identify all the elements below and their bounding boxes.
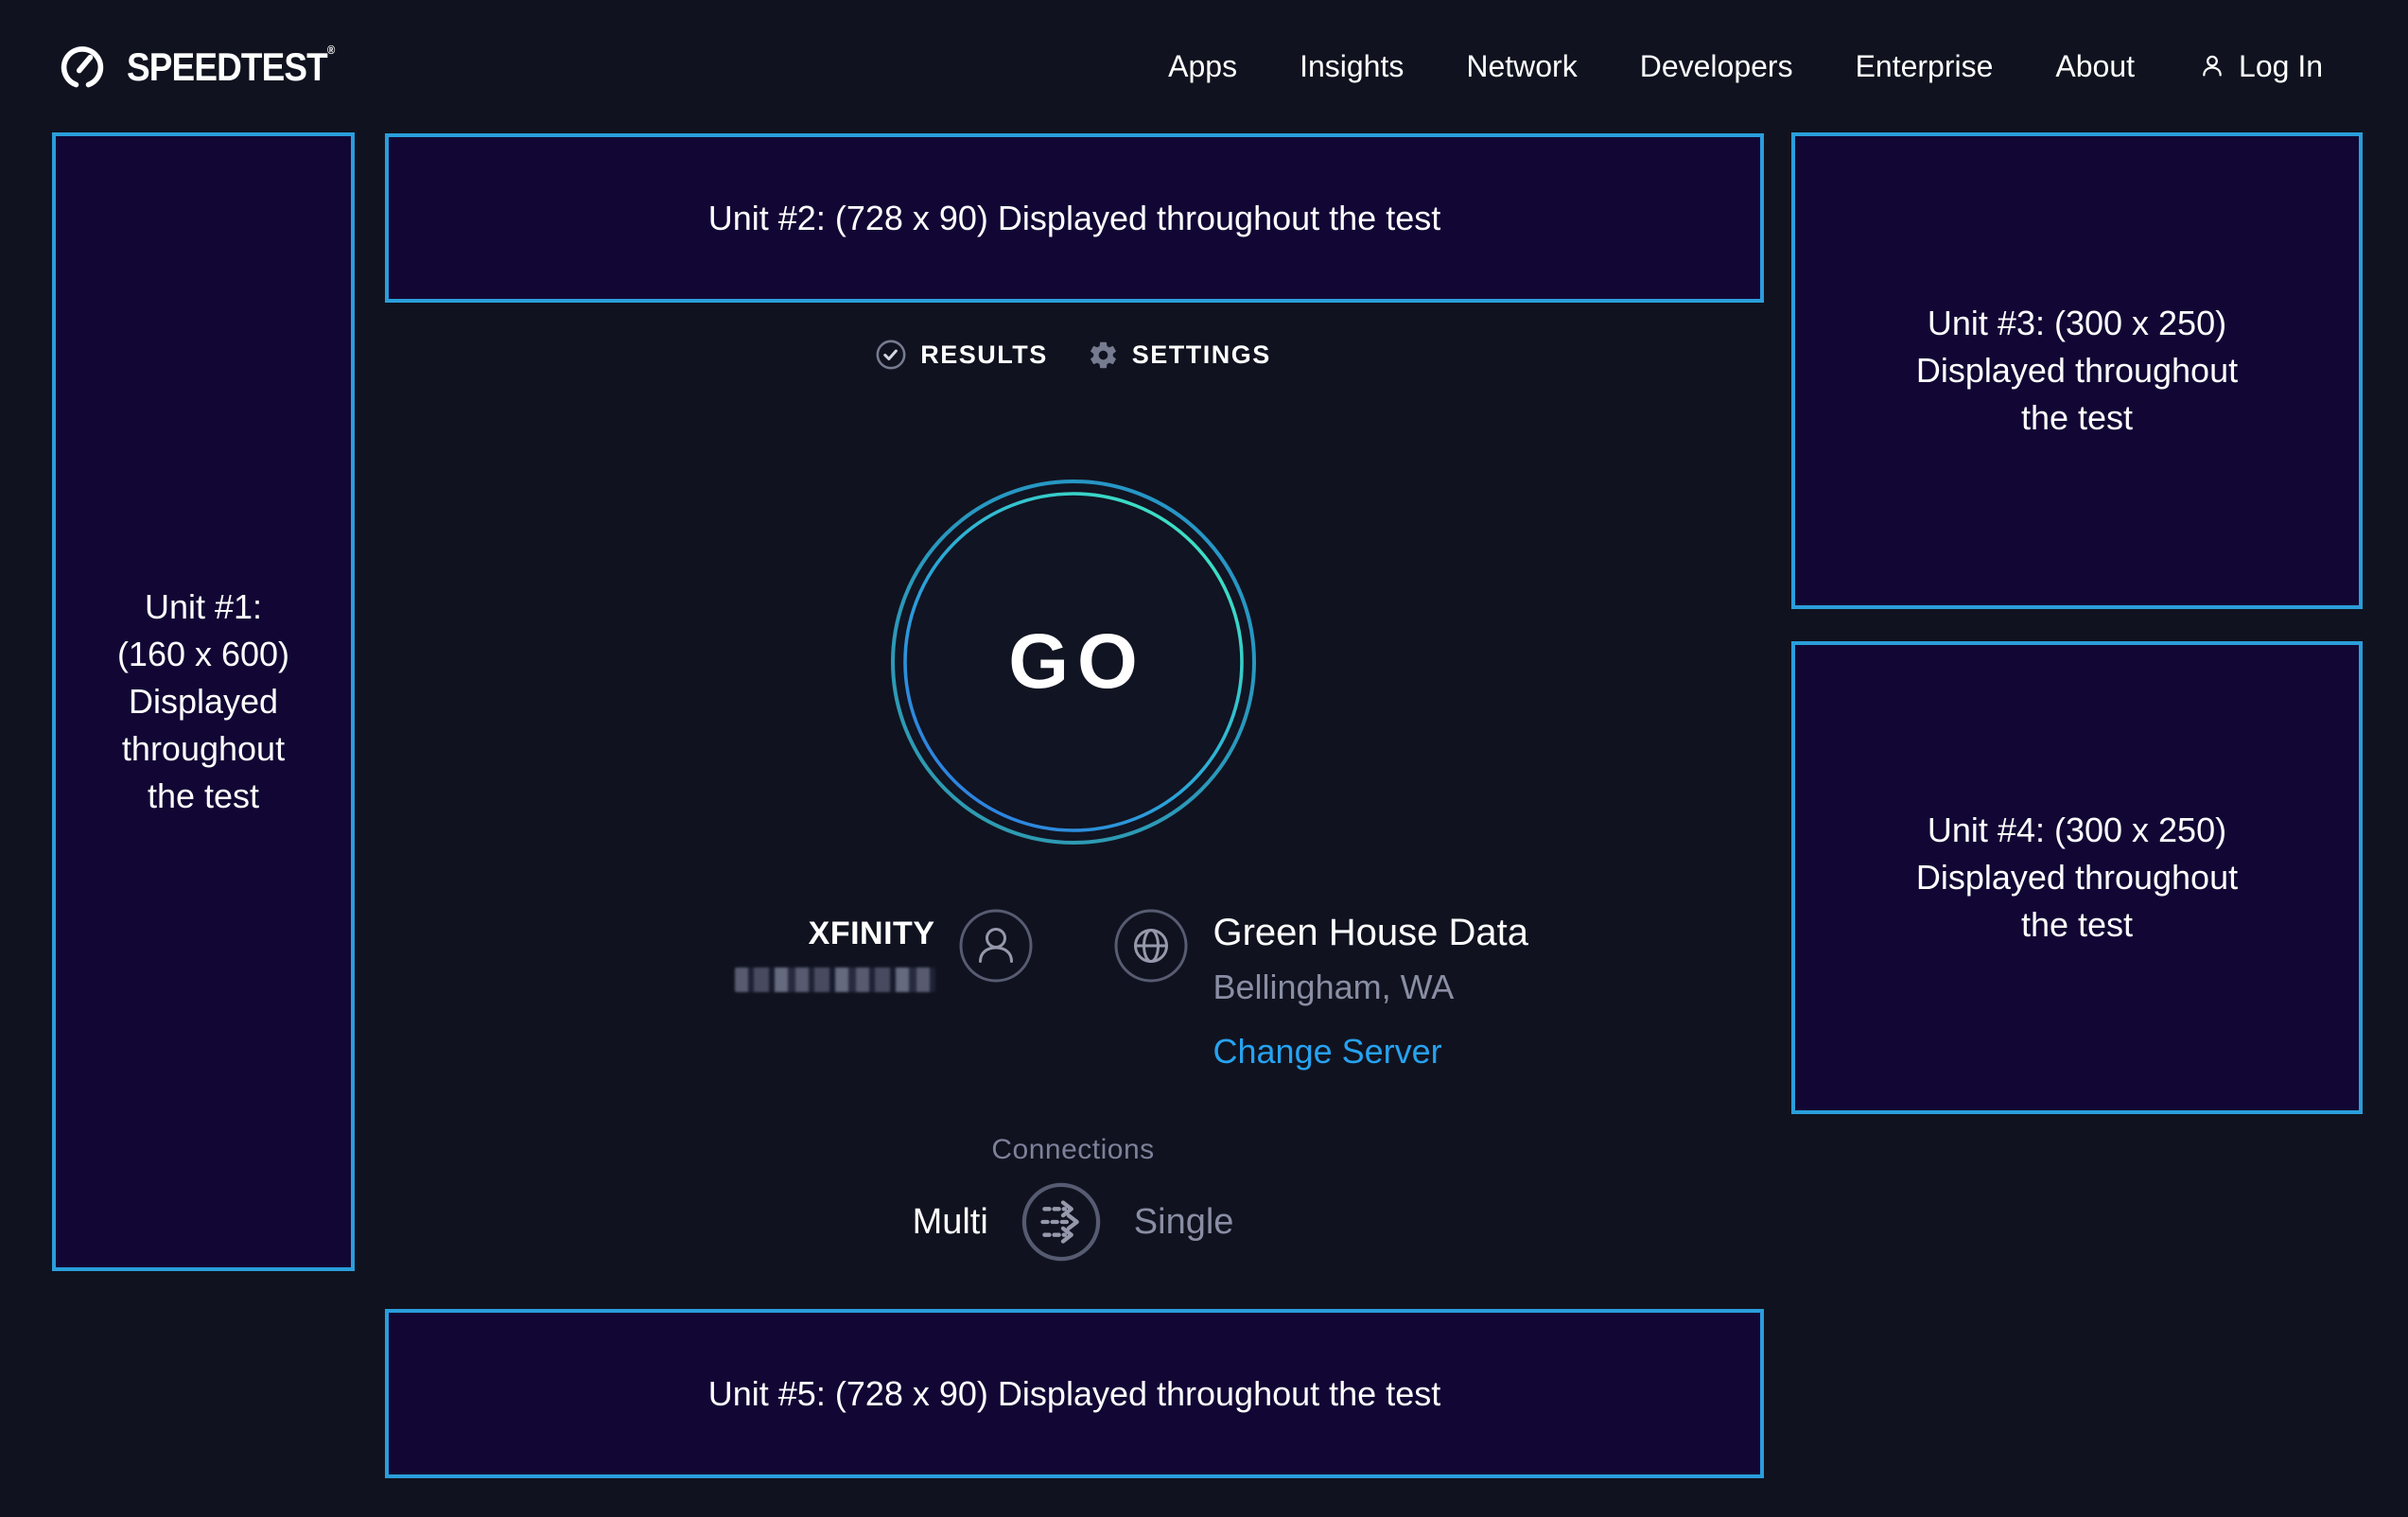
login-button[interactable]: Log In	[2197, 49, 2323, 84]
connections-toggle-icon[interactable]	[1021, 1181, 1102, 1263]
connections-toggle-row: Multi Single	[913, 1181, 1234, 1263]
ad-unit-3-rectangle: Unit #3: (300 x 250) Displayed throughou…	[1791, 132, 2363, 609]
ad-unit-3-text: Unit #3: (300 x 250) Displayed throughou…	[1914, 300, 2241, 442]
nav-item-apps[interactable]: Apps	[1168, 49, 1237, 84]
speedometer-icon	[53, 37, 112, 96]
results-settings-tabs: RESULTS SETTINGS	[875, 339, 1271, 371]
ad-unit-5-text: Unit #5: (728 x 90) Displayed throughout…	[708, 1370, 1440, 1418]
check-circle-icon	[875, 339, 907, 371]
login-label: Log In	[2239, 49, 2323, 84]
isp-user-icon	[958, 908, 1034, 984]
nav-item-insights[interactable]: Insights	[1300, 49, 1404, 84]
ad-unit-5-leaderboard: Unit #5: (728 x 90) Displayed throughout…	[385, 1309, 1764, 1478]
speedtest-logo[interactable]: SPEEDTEST®	[53, 37, 363, 96]
globe-icon	[1113, 908, 1189, 984]
isp-info: XFINITY	[735, 908, 1034, 992]
trademark-symbol: ®	[327, 43, 335, 57]
connection-info-row: XFINITY Green House Data	[355, 908, 1791, 1072]
ad-unit-1-text: Unit #1: (160 x 600) Displayed throughou…	[109, 584, 298, 820]
main-nav: Apps Insights Network Developers Enterpr…	[1168, 49, 2323, 84]
connections-single-option[interactable]: Single	[1134, 1202, 1234, 1243]
tab-results-label: RESULTS	[920, 340, 1048, 370]
redacted-ip-blur	[735, 968, 935, 992]
top-nav-bar: SPEEDTEST® Apps Insights Network Develop…	[0, 0, 2408, 132]
tab-settings-label: SETTINGS	[1132, 340, 1271, 370]
go-button-label: GO	[888, 477, 1259, 847]
logo-wordmark: SPEEDTEST®	[127, 43, 335, 90]
tab-results[interactable]: RESULTS	[875, 339, 1048, 371]
nav-item-network[interactable]: Network	[1466, 49, 1577, 84]
nav-item-enterprise[interactable]: Enterprise	[1856, 49, 1994, 84]
nav-item-about[interactable]: About	[2055, 49, 2135, 84]
change-server-link[interactable]: Change Server	[1213, 1032, 1442, 1072]
speedtest-main-panel: RESULTS SETTINGS	[355, 132, 1791, 1263]
ad-unit-4-text: Unit #4: (300 x 250) Displayed throughou…	[1914, 807, 2241, 949]
nav-item-developers[interactable]: Developers	[1640, 49, 1793, 84]
server-name: Green House Data	[1213, 912, 1529, 954]
connections-label: Connections	[991, 1134, 1154, 1166]
isp-name: XFINITY	[735, 915, 935, 952]
gear-icon	[1088, 340, 1119, 371]
user-icon	[2197, 51, 2227, 81]
ad-unit-1-skyscraper: Unit #1: (160 x 600) Displayed throughou…	[52, 132, 355, 1271]
server-location: Bellingham, WA	[1213, 968, 1529, 1007]
ad-unit-4-rectangle: Unit #4: (300 x 250) Displayed throughou…	[1791, 641, 2363, 1114]
server-info: Green House Data Bellingham, WA Change S…	[1113, 908, 1529, 1072]
connections-multi-option[interactable]: Multi	[913, 1202, 988, 1243]
tab-settings[interactable]: SETTINGS	[1088, 340, 1271, 371]
go-button[interactable]: GO	[888, 477, 1259, 847]
